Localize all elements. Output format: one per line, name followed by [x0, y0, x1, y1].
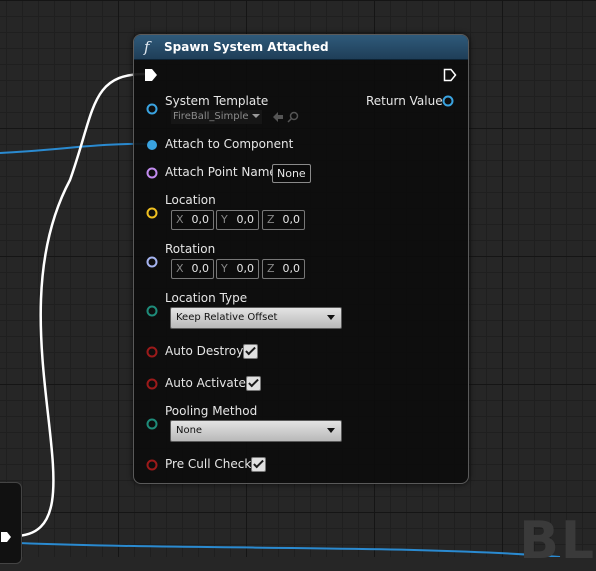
rotation-y-axis: Y [221, 262, 228, 275]
attach-point-name-pin[interactable] [146, 167, 158, 179]
attach-point-name-label: Attach Point Name [165, 165, 277, 179]
rotation-y-value: 0,0 [236, 262, 255, 275]
rotation-pin[interactable] [146, 256, 158, 268]
system-template-asset-picker[interactable]: FireBall_Simple [171, 110, 262, 124]
location-type-dropdown[interactable]: Keep Relative Offset [170, 307, 342, 329]
location-x-input[interactable]: X 0,0 [171, 210, 214, 230]
pre-cull-check-checkbox[interactable] [251, 457, 266, 472]
pooling-method-pin[interactable] [146, 418, 158, 430]
exec-in-pin[interactable] [144, 68, 158, 82]
auto-destroy-pin[interactable] [146, 346, 158, 358]
location-pin[interactable] [146, 207, 158, 219]
pooling-method-value: None [176, 425, 203, 436]
rotation-z-input[interactable]: Z 0,0 [262, 259, 305, 279]
auto-activate-checkbox[interactable] [246, 376, 261, 391]
pooling-method-dropdown[interactable]: None [170, 420, 342, 442]
attach-point-name-input[interactable]: None [272, 164, 311, 183]
rotation-label: Rotation [165, 242, 216, 256]
node-header[interactable]: f Spawn System Attached [134, 35, 468, 60]
location-x-value: 0,0 [191, 213, 210, 226]
browse-search-icon[interactable] [287, 111, 299, 123]
bottom-object-wire [17, 542, 561, 557]
location-z-value: 0,0 [282, 213, 301, 226]
attach-to-component-pin[interactable] [146, 139, 158, 151]
location-z-input[interactable]: Z 0,0 [262, 210, 305, 230]
system-template-label: System Template [165, 94, 269, 108]
location-type-label: Location Type [165, 291, 248, 305]
system-template-pin[interactable] [146, 103, 158, 115]
pre-cull-check-pin[interactable] [146, 459, 158, 471]
node-title: Spawn System Attached [164, 40, 329, 54]
graph-watermark: BL [519, 511, 596, 571]
return-value-label: Return Value [366, 94, 443, 108]
location-z-axis: Z [267, 213, 275, 226]
auto-destroy-checkbox[interactable] [243, 344, 258, 359]
location-type-pin[interactable] [146, 305, 158, 317]
exec-out-pin[interactable] [0, 530, 13, 544]
location-x-axis: X [176, 213, 184, 226]
location-type-value: Keep Relative Offset [176, 312, 278, 323]
return-value-pin[interactable] [442, 95, 454, 107]
attach-component-wire [0, 142, 148, 154]
system-template-value: FireBall_Simple [173, 111, 249, 122]
use-selected-arrow-icon[interactable] [272, 111, 284, 123]
chevron-down-icon [327, 315, 335, 320]
attach-to-component-label: Attach to Component [165, 137, 294, 151]
auto-activate-pin[interactable] [146, 378, 158, 390]
rotation-x-value: 0,0 [191, 262, 210, 275]
source-node[interactable] [0, 482, 22, 564]
chevron-down-icon [251, 114, 260, 118]
pooling-method-label: Pooling Method [165, 404, 258, 418]
location-y-input[interactable]: Y 0,0 [216, 210, 259, 230]
auto-destroy-label: Auto Destroy [165, 344, 244, 358]
location-y-axis: Y [221, 213, 228, 226]
rotation-z-axis: Z [267, 262, 275, 275]
auto-activate-label: Auto Activate [165, 376, 246, 390]
location-y-value: 0,0 [236, 213, 255, 226]
chevron-down-icon [327, 428, 335, 433]
function-icon: f [144, 38, 150, 56]
rotation-y-input[interactable]: Y 0,0 [216, 259, 259, 279]
rotation-x-input[interactable]: X 0,0 [171, 259, 214, 279]
pre-cull-check-label: Pre Cull Check [165, 457, 252, 471]
exec-out-pin[interactable] [443, 68, 457, 82]
rotation-x-axis: X [176, 262, 184, 275]
rotation-z-value: 0,0 [282, 262, 301, 275]
spawn-system-attached-node[interactable]: f Spawn System Attached System Template … [133, 34, 469, 484]
location-label: Location [165, 193, 216, 207]
